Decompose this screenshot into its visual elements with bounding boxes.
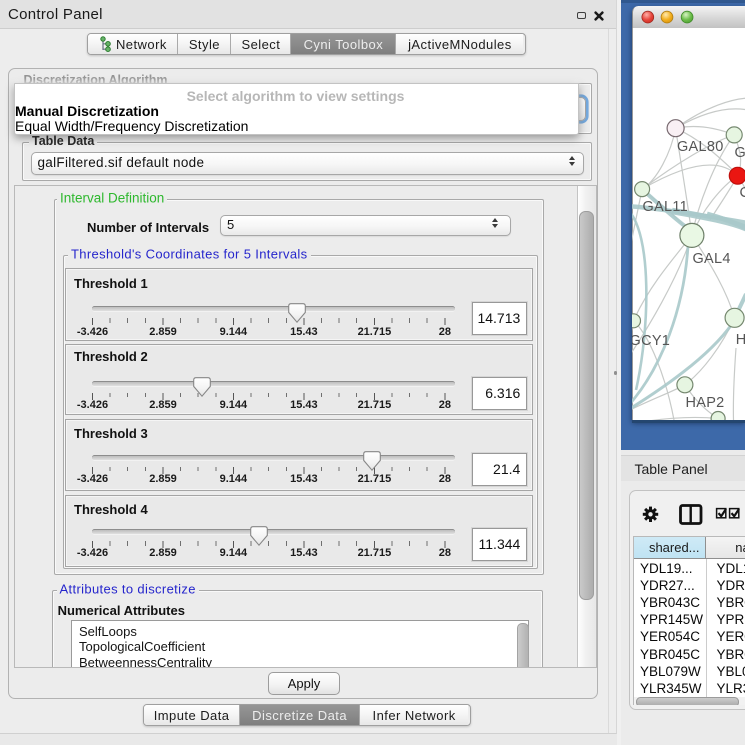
svg-text:GAL80: GAL80 — [677, 139, 724, 155]
svg-text:CY: CY — [739, 185, 745, 201]
svg-text:HAP2: HAP2 — [685, 395, 724, 411]
svg-text:GAL11: GAL11 — [642, 199, 688, 215]
svg-text:GAL4: GAL4 — [692, 251, 730, 267]
svg-text:GAL: GAL — [734, 145, 745, 161]
svg-text:GCY1: GCY1 — [632, 333, 670, 349]
svg-text:HIS: HIS — [735, 332, 745, 348]
